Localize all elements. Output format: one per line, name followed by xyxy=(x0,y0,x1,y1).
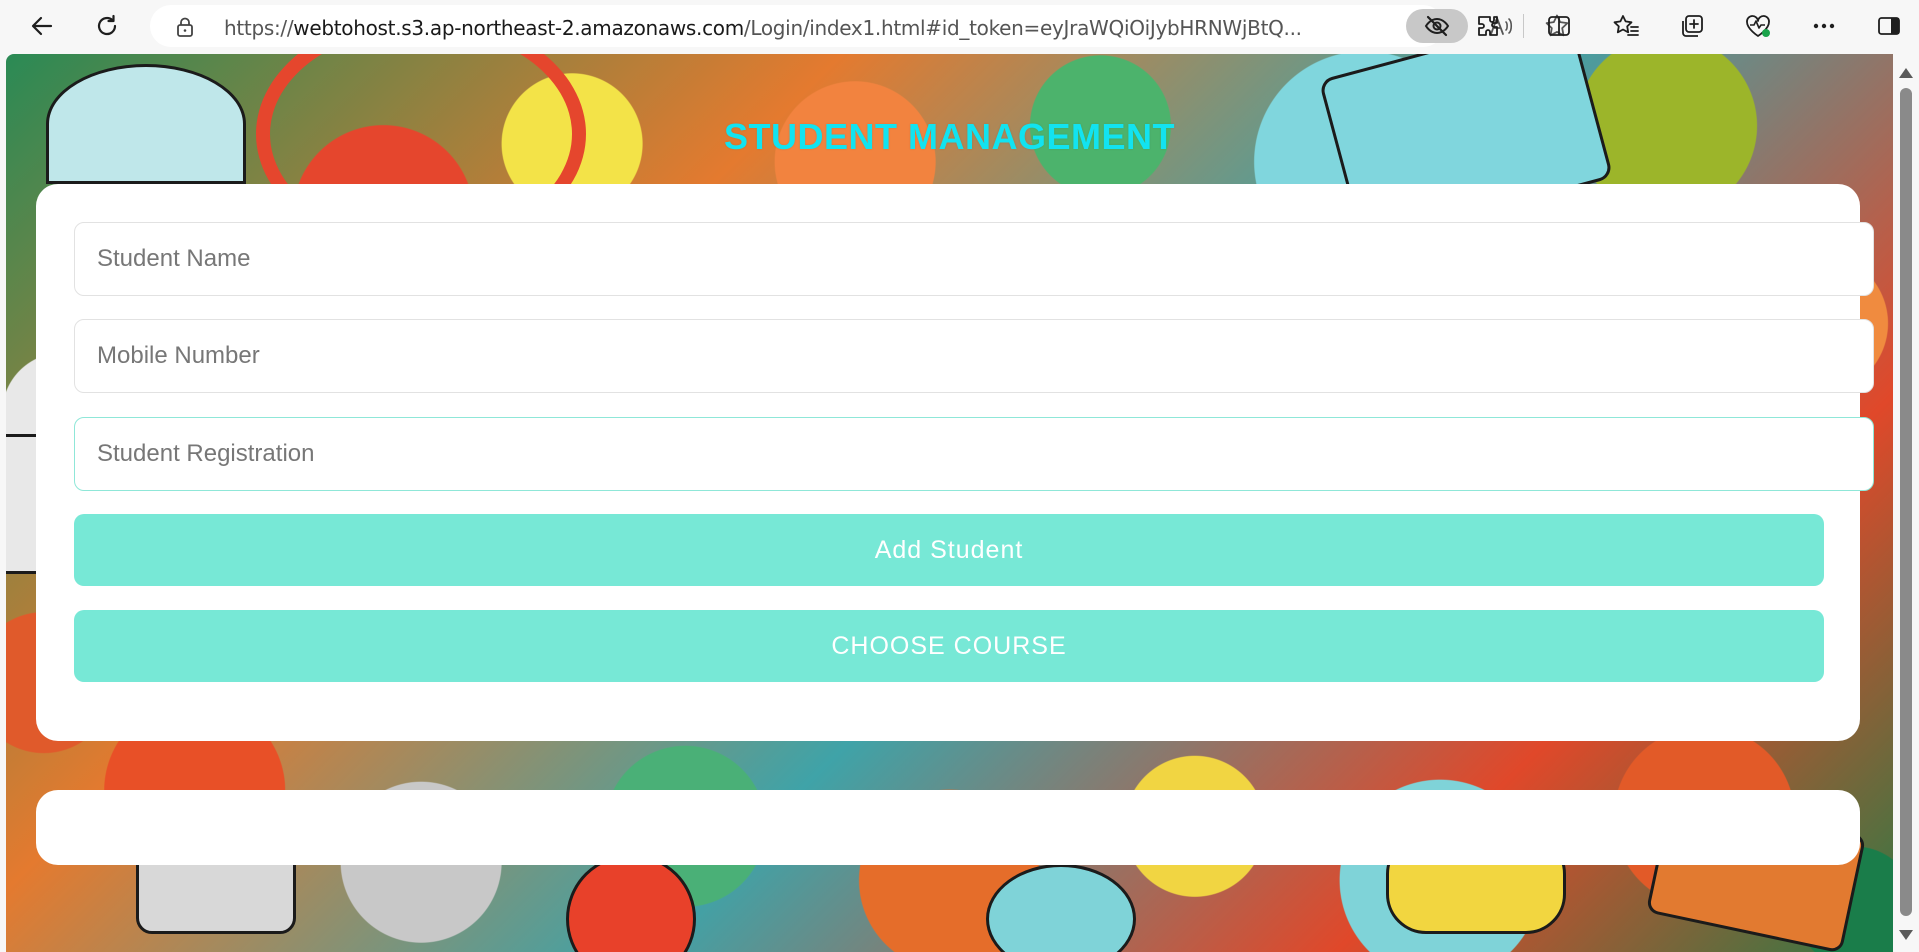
sidebar-toggle-icon[interactable] xyxy=(1874,12,1904,40)
page-title: STUDENT MANAGEMENT xyxy=(724,116,1175,157)
clock-doodle xyxy=(566,854,696,952)
lock-icon[interactable] xyxy=(176,17,194,42)
url-host: webtohost.s3.ap-northeast-2.amazonaws.co… xyxy=(293,16,744,40)
refresh-button[interactable] xyxy=(89,8,125,44)
mobile-number-input[interactable]: Mobile Number xyxy=(74,319,1874,393)
eye-slash-icon xyxy=(1424,15,1450,37)
refresh-icon xyxy=(97,14,117,36)
browser-essentials-icon[interactable] xyxy=(1743,12,1773,40)
student-name-input[interactable]: Student Name xyxy=(74,222,1874,296)
url-path: /Login/index1.html#id_token=eyJraWQiOiJy… xyxy=(743,16,1302,40)
student-name-placeholder: Student Name xyxy=(97,245,251,272)
collections-icon[interactable] xyxy=(1677,12,1707,40)
mobile-number-placeholder: Mobile Number xyxy=(97,342,260,369)
back-button[interactable] xyxy=(24,8,60,44)
scroll-down-arrow-icon[interactable] xyxy=(1899,930,1913,940)
more-options-icon[interactable] xyxy=(1809,12,1839,40)
url-text[interactable]: https://webtohost.s3.ap-northeast-2.amaz… xyxy=(224,16,1404,40)
scroll-up-arrow-icon[interactable] xyxy=(1899,68,1913,78)
tracking-prevention-button[interactable] xyxy=(1406,9,1468,43)
browser-toolbar: https://webtohost.s3.ap-northeast-2.amaz… xyxy=(0,0,1919,52)
choose-course-button[interactable]: CHOOSE COURSE xyxy=(74,610,1824,682)
toolbar-divider xyxy=(1523,14,1524,38)
back-arrow-icon xyxy=(31,16,53,36)
favorites-icon[interactable] xyxy=(1611,12,1641,40)
split-screen-icon[interactable] xyxy=(1544,12,1574,40)
student-registration-input[interactable]: Student Registration xyxy=(74,417,1874,491)
page-scrollbar[interactable] xyxy=(1893,54,1919,952)
address-bar[interactable]: https://webtohost.s3.ap-northeast-2.amaz… xyxy=(150,5,1569,47)
globe-doodle xyxy=(986,864,1136,952)
page-viewport: STUDENT MANAGEMENT Student Name Mobile N… xyxy=(6,54,1893,952)
extensions-icon[interactable] xyxy=(1473,12,1503,40)
url-prefix: https:// xyxy=(224,16,294,40)
add-student-button[interactable]: Add Student xyxy=(74,514,1824,586)
student-registration-placeholder: Student Registration xyxy=(97,440,315,467)
student-form-card: Student Name Mobile Number Student Regis… xyxy=(36,184,1874,741)
scrollbar-thumb[interactable] xyxy=(1900,88,1912,916)
student-list-card xyxy=(36,790,1860,865)
